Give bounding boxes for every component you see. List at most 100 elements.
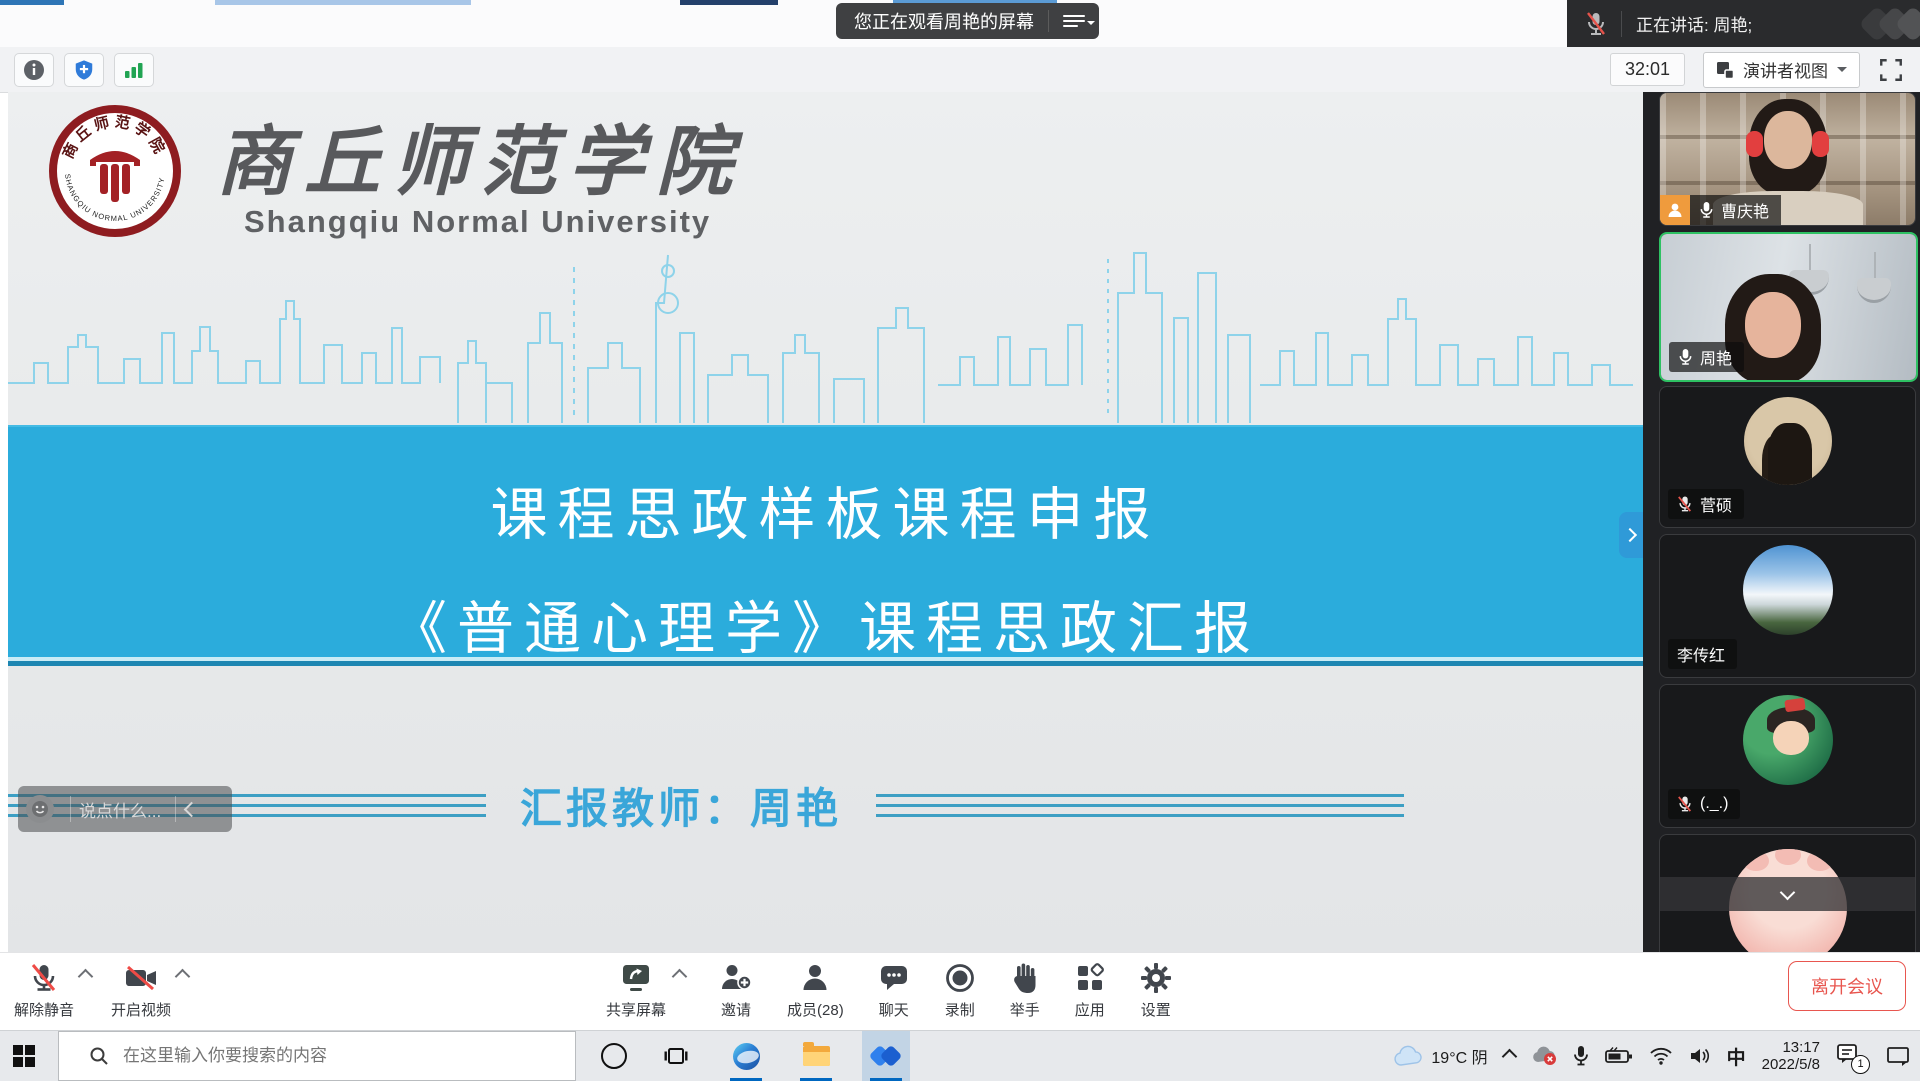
share-options-chevron[interactable] — [672, 969, 688, 985]
window-edge-decoration — [680, 0, 778, 5]
edge-browser-button[interactable] — [722, 1031, 770, 1081]
mic-muted-icon — [1585, 11, 1607, 37]
wifi-icon[interactable] — [1649, 1047, 1673, 1065]
meeting-timer: 32:01 — [1610, 53, 1685, 86]
tray-overflow-chevron[interactable] — [1501, 1048, 1517, 1064]
presenter-row: 汇报教师：周艳 — [8, 780, 1643, 830]
chat-icon — [878, 962, 910, 994]
participant-tile[interactable]: 李传红 — [1659, 534, 1916, 678]
participant-tile[interactable]: 曹庆艳 — [1659, 92, 1916, 226]
clock-time: 13:17 — [1762, 1039, 1820, 1056]
raise-hand-button[interactable]: 举手 — [1010, 953, 1040, 1020]
tray-mic-icon[interactable] — [1573, 1045, 1589, 1067]
video-options-chevron[interactable] — [175, 969, 191, 985]
slide-title-line2: 《普通心理学》课程思政汇报 — [8, 583, 1643, 665]
speaking-status-bar: 正在讲话: 周艳; — [1567, 0, 1920, 47]
clock-date: 2022/5/8 — [1762, 1056, 1820, 1073]
windows-taskbar: 19°C 阴 中 13:17 — [0, 1030, 1920, 1081]
view-mode-dropdown[interactable]: 演讲者视图 — [1703, 52, 1860, 88]
camera-off-icon — [123, 962, 159, 994]
toolbar-label: 聊天 — [879, 999, 909, 1020]
toolbar-label: 共享屏幕 — [606, 999, 666, 1020]
leave-meeting-button[interactable]: 离开会议 — [1788, 961, 1906, 1011]
file-explorer-button[interactable] — [792, 1031, 840, 1081]
chat-button[interactable]: 聊天 — [878, 953, 910, 1020]
meeting-app-button[interactable] — [862, 1031, 910, 1081]
settings-button[interactable]: 设置 — [1140, 953, 1172, 1020]
cortana-button[interactable] — [590, 1031, 638, 1081]
security-button[interactable] — [64, 53, 104, 87]
participant-avatar — [1744, 397, 1832, 485]
mic-muted-icon — [29, 962, 59, 994]
share-screen-button[interactable]: 共享屏幕 — [606, 953, 666, 1020]
search-icon — [89, 1046, 109, 1066]
fullscreen-button[interactable] — [1878, 57, 1904, 83]
battery-icon[interactable] — [1605, 1047, 1633, 1065]
participants-sidebar: 曹庆艳 周艳 — [1643, 92, 1920, 952]
participant-avatar — [1743, 545, 1833, 635]
chat-placeholder: 说点什么... — [79, 797, 161, 822]
university-name-cn: 商丘师范学院 — [216, 100, 744, 210]
raise-hand-icon — [1010, 962, 1040, 994]
university-seal-logo: 商丘师范学院 SHANGQIU NORMAL UNIVERSITY — [48, 104, 182, 238]
participant-name: 曹庆艳 — [1721, 198, 1769, 222]
start-video-button[interactable]: 开启视频 — [111, 953, 171, 1020]
cortana-icon — [601, 1043, 627, 1069]
collapse-chat-icon[interactable] — [184, 801, 200, 817]
chevron-down-icon — [1837, 67, 1847, 77]
viewer-toolbar: 32:01 演讲者视图 — [0, 47, 1920, 93]
toolbar-label: 成员(28) — [787, 999, 844, 1020]
notification-tray-icon[interactable]: 1 — [1836, 1043, 1860, 1070]
slide-title-line1: 课程思政样板课程申报 — [8, 469, 1643, 551]
task-view-button[interactable] — [652, 1031, 700, 1081]
members-button[interactable]: 成员(28) — [787, 953, 844, 1020]
participant-tile[interactable]: 周艳 — [1659, 232, 1918, 382]
action-center-icon[interactable] — [1886, 1045, 1910, 1067]
edge-icon — [733, 1043, 760, 1070]
volume-icon[interactable] — [1689, 1047, 1711, 1065]
participant-tile[interactable]: 菅硕 — [1659, 386, 1916, 528]
participant-tile[interactable]: (._.) — [1659, 684, 1916, 828]
invite-button[interactable]: 邀请 — [719, 953, 753, 1020]
toolbar-label: 应用 — [1075, 999, 1105, 1020]
apps-button[interactable]: 应用 — [1074, 953, 1106, 1020]
members-icon — [799, 962, 831, 994]
top-strip: 您正在观看周艳的屏幕 正在讲话: 周艳; — [0, 0, 1920, 47]
taskbar-clock[interactable]: 13:17 2022/5/8 — [1762, 1039, 1820, 1073]
participant-name: 李传红 — [1677, 642, 1725, 666]
pill-menu-icon[interactable] — [1059, 11, 1093, 31]
toolbar-label: 邀请 — [721, 999, 751, 1020]
participant-tile[interactable] — [1659, 834, 1916, 953]
sidebar-expand-tab[interactable] — [1619, 512, 1643, 558]
speaking-label: 正在讲话: 周艳; — [1636, 11, 1752, 36]
decor-lines-right — [876, 794, 1404, 817]
participant-name: 周艳 — [1700, 345, 1732, 369]
emoji-icon[interactable] — [26, 795, 54, 823]
toolbar-label: 解除静音 — [14, 999, 74, 1020]
folder-icon — [803, 1046, 830, 1066]
signal-bars-icon — [123, 60, 145, 80]
mic-icon — [1699, 201, 1714, 219]
start-button[interactable] — [0, 1031, 48, 1081]
taskbar-search[interactable] — [58, 1031, 576, 1081]
quick-chat-input[interactable]: 说点什么... — [18, 786, 232, 832]
share-screen-icon — [619, 962, 653, 994]
network-quality-button[interactable] — [114, 53, 154, 87]
watching-screen-pill[interactable]: 您正在观看周艳的屏幕 — [836, 3, 1099, 39]
search-input[interactable] — [121, 1045, 545, 1067]
meeting-info-button[interactable] — [14, 53, 54, 87]
collapse-participants-bar[interactable] — [1660, 877, 1915, 911]
record-icon — [944, 962, 976, 994]
record-button[interactable]: 录制 — [944, 953, 976, 1020]
apps-icon — [1074, 962, 1106, 994]
city-skyline-graphic — [8, 225, 1643, 425]
mic-options-chevron[interactable] — [78, 969, 94, 985]
weather-widget[interactable]: 19°C 阴 — [1393, 1044, 1487, 1068]
unmute-button[interactable]: 解除静音 — [14, 953, 74, 1020]
meeting-app-icon — [871, 1043, 901, 1069]
mic-muted-icon — [1677, 495, 1693, 513]
windows-logo-icon — [13, 1045, 35, 1067]
onedrive-error-icon[interactable] — [1531, 1046, 1557, 1066]
ime-indicator[interactable]: 中 — [1727, 1043, 1746, 1070]
mic-muted-icon — [1677, 795, 1693, 813]
